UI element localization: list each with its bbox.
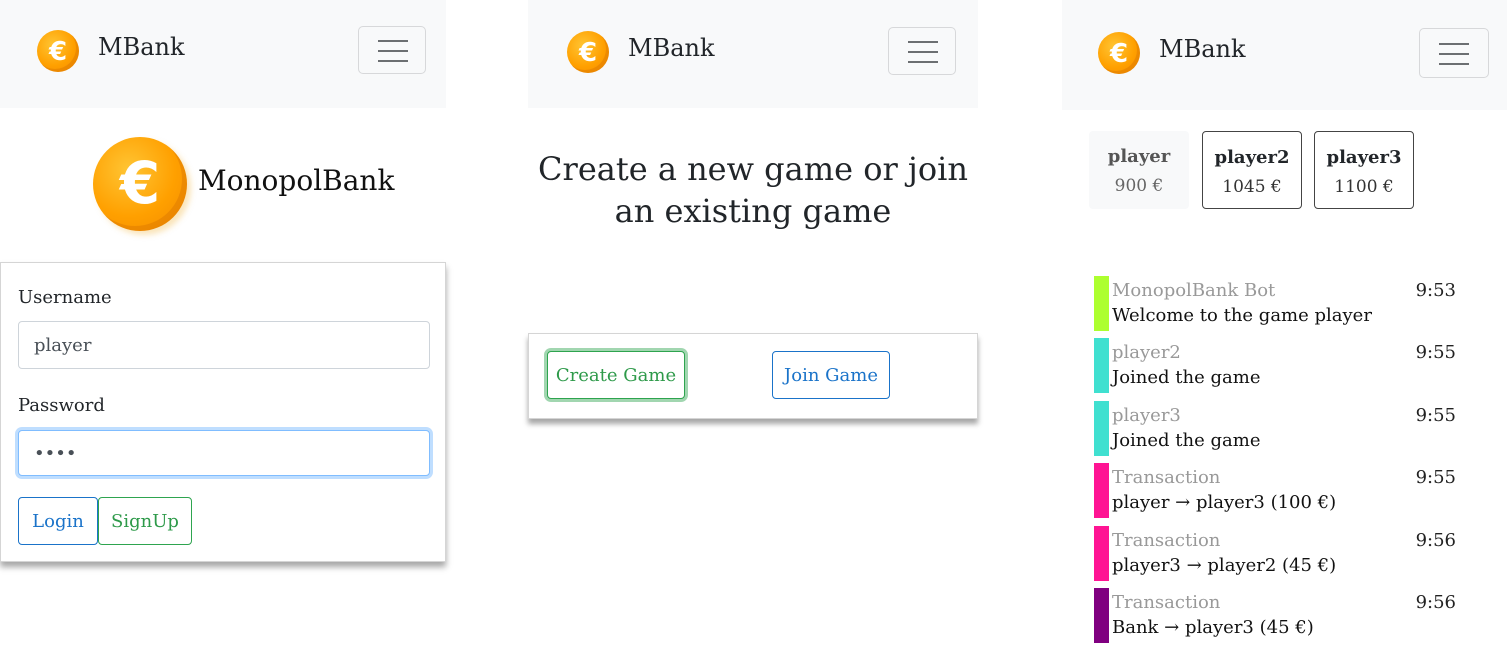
lobby-heading-line2: an existing game xyxy=(614,192,892,230)
svg-text:€: € xyxy=(1109,39,1128,69)
chat-message: Transaction player3 → player2 (45 €) 9:5… xyxy=(1094,526,1464,582)
message-color-strip xyxy=(1094,463,1109,518)
player-balance: 1100 € xyxy=(1334,177,1394,197)
message-text: Welcome to the game player xyxy=(1112,305,1372,326)
message-color-strip xyxy=(1094,401,1109,456)
svg-text:€: € xyxy=(118,149,160,217)
player-balance: 900 € xyxy=(1114,176,1164,196)
hamburger-menu-icon xyxy=(378,40,408,42)
username-input[interactable] xyxy=(18,321,430,369)
create-game-button[interactable]: Create Game xyxy=(547,351,685,399)
chat-message: MonopolBank Bot Welcome to the game play… xyxy=(1094,276,1464,332)
login-form: Username Password Login SignUp xyxy=(0,262,446,562)
player-card-self: player 900 € xyxy=(1089,131,1189,209)
message-text: player3 → player2 (45 €) xyxy=(1112,555,1337,576)
hamburger-menu-icon-bar xyxy=(1439,63,1469,65)
hamburger-menu-icon xyxy=(1439,43,1469,45)
hamburger-menu-icon-bar xyxy=(1439,53,1469,55)
player-card[interactable]: player3 1100 € xyxy=(1314,131,1414,209)
message-sender: player3 xyxy=(1112,405,1181,426)
hamburger-menu-icon-bar xyxy=(378,50,408,52)
player-name: player3 xyxy=(1326,147,1402,168)
navbar: € MBank xyxy=(1062,0,1507,110)
hamburger-menu-icon-bar xyxy=(378,60,408,62)
message-sender: player2 xyxy=(1112,342,1181,363)
menu-toggle-button[interactable] xyxy=(1419,28,1489,78)
hamburger-menu-icon-bar xyxy=(908,51,938,53)
password-input[interactable] xyxy=(18,430,430,476)
player-name: player xyxy=(1107,146,1171,167)
message-color-strip xyxy=(1094,338,1109,393)
chat-message: Transaction Bank → player3 (45 €) 9:56 xyxy=(1094,588,1464,644)
player-card[interactable]: player2 1045 € xyxy=(1202,131,1302,209)
login-screen: € MBank € MonopolBank Username Password … xyxy=(0,0,446,670)
password-label: Password xyxy=(18,395,105,416)
game-screen: € MBank player 900 € player2 1045 € play… xyxy=(1062,0,1507,670)
message-text: Joined the game xyxy=(1112,430,1261,451)
menu-toggle-button[interactable] xyxy=(888,27,956,75)
euro-coin-logo-icon: € xyxy=(93,137,187,231)
message-time: 9:55 xyxy=(1415,467,1456,488)
message-sender: Transaction xyxy=(1112,530,1221,551)
message-time: 9:55 xyxy=(1415,342,1456,363)
hamburger-menu-icon xyxy=(908,41,938,43)
game-actions-card: Create Game Join Game xyxy=(528,333,978,419)
euro-coin-icon[interactable]: € xyxy=(567,31,609,73)
message-time: 9:56 xyxy=(1415,592,1456,613)
navbar: € MBank xyxy=(0,0,446,108)
message-sender: Transaction xyxy=(1112,592,1221,613)
menu-toggle-button[interactable] xyxy=(358,26,426,74)
brand-name[interactable]: MBank xyxy=(1159,35,1246,63)
lobby-heading-line1: Create a new game or join xyxy=(538,150,968,188)
navbar: € MBank xyxy=(528,0,978,108)
player-balance: 1045 € xyxy=(1222,177,1282,197)
brand-name[interactable]: MBank xyxy=(628,34,715,62)
message-text: player → player3 (100 €) xyxy=(1112,492,1337,513)
chat-message: player3 Joined the game 9:55 xyxy=(1094,401,1464,457)
signup-button[interactable]: SignUp xyxy=(98,497,192,545)
message-text: Joined the game xyxy=(1112,367,1261,388)
chat-message: player2 Joined the game 9:55 xyxy=(1094,338,1464,394)
message-color-strip xyxy=(1094,588,1109,643)
message-text: Bank → player3 (45 €) xyxy=(1112,617,1314,638)
brand-name[interactable]: MBank xyxy=(98,33,185,61)
message-time: 9:55 xyxy=(1415,405,1456,426)
username-label: Username xyxy=(18,287,112,308)
login-button[interactable]: Login xyxy=(18,497,98,545)
svg-text:€: € xyxy=(578,38,597,68)
lobby-heading: Create a new game or join an existing ga… xyxy=(528,148,978,232)
message-sender: Transaction xyxy=(1112,467,1221,488)
chat-message: Transaction player → player3 (100 €) 9:5… xyxy=(1094,463,1464,519)
euro-coin-icon[interactable]: € xyxy=(37,30,79,72)
message-color-strip xyxy=(1094,526,1109,581)
hamburger-menu-icon-bar xyxy=(908,61,938,63)
message-sender: MonopolBank Bot xyxy=(1112,280,1276,301)
app-title: MonopolBank xyxy=(198,164,395,197)
svg-text:€: € xyxy=(48,37,67,67)
join-game-button[interactable]: Join Game xyxy=(772,351,890,399)
message-time: 9:56 xyxy=(1415,530,1456,551)
lobby-screen: € MBank Create a new game or join an exi… xyxy=(528,0,978,670)
message-color-strip xyxy=(1094,276,1109,331)
message-time: 9:53 xyxy=(1415,280,1456,301)
player-name: player2 xyxy=(1214,147,1290,168)
euro-coin-icon[interactable]: € xyxy=(1098,32,1140,74)
